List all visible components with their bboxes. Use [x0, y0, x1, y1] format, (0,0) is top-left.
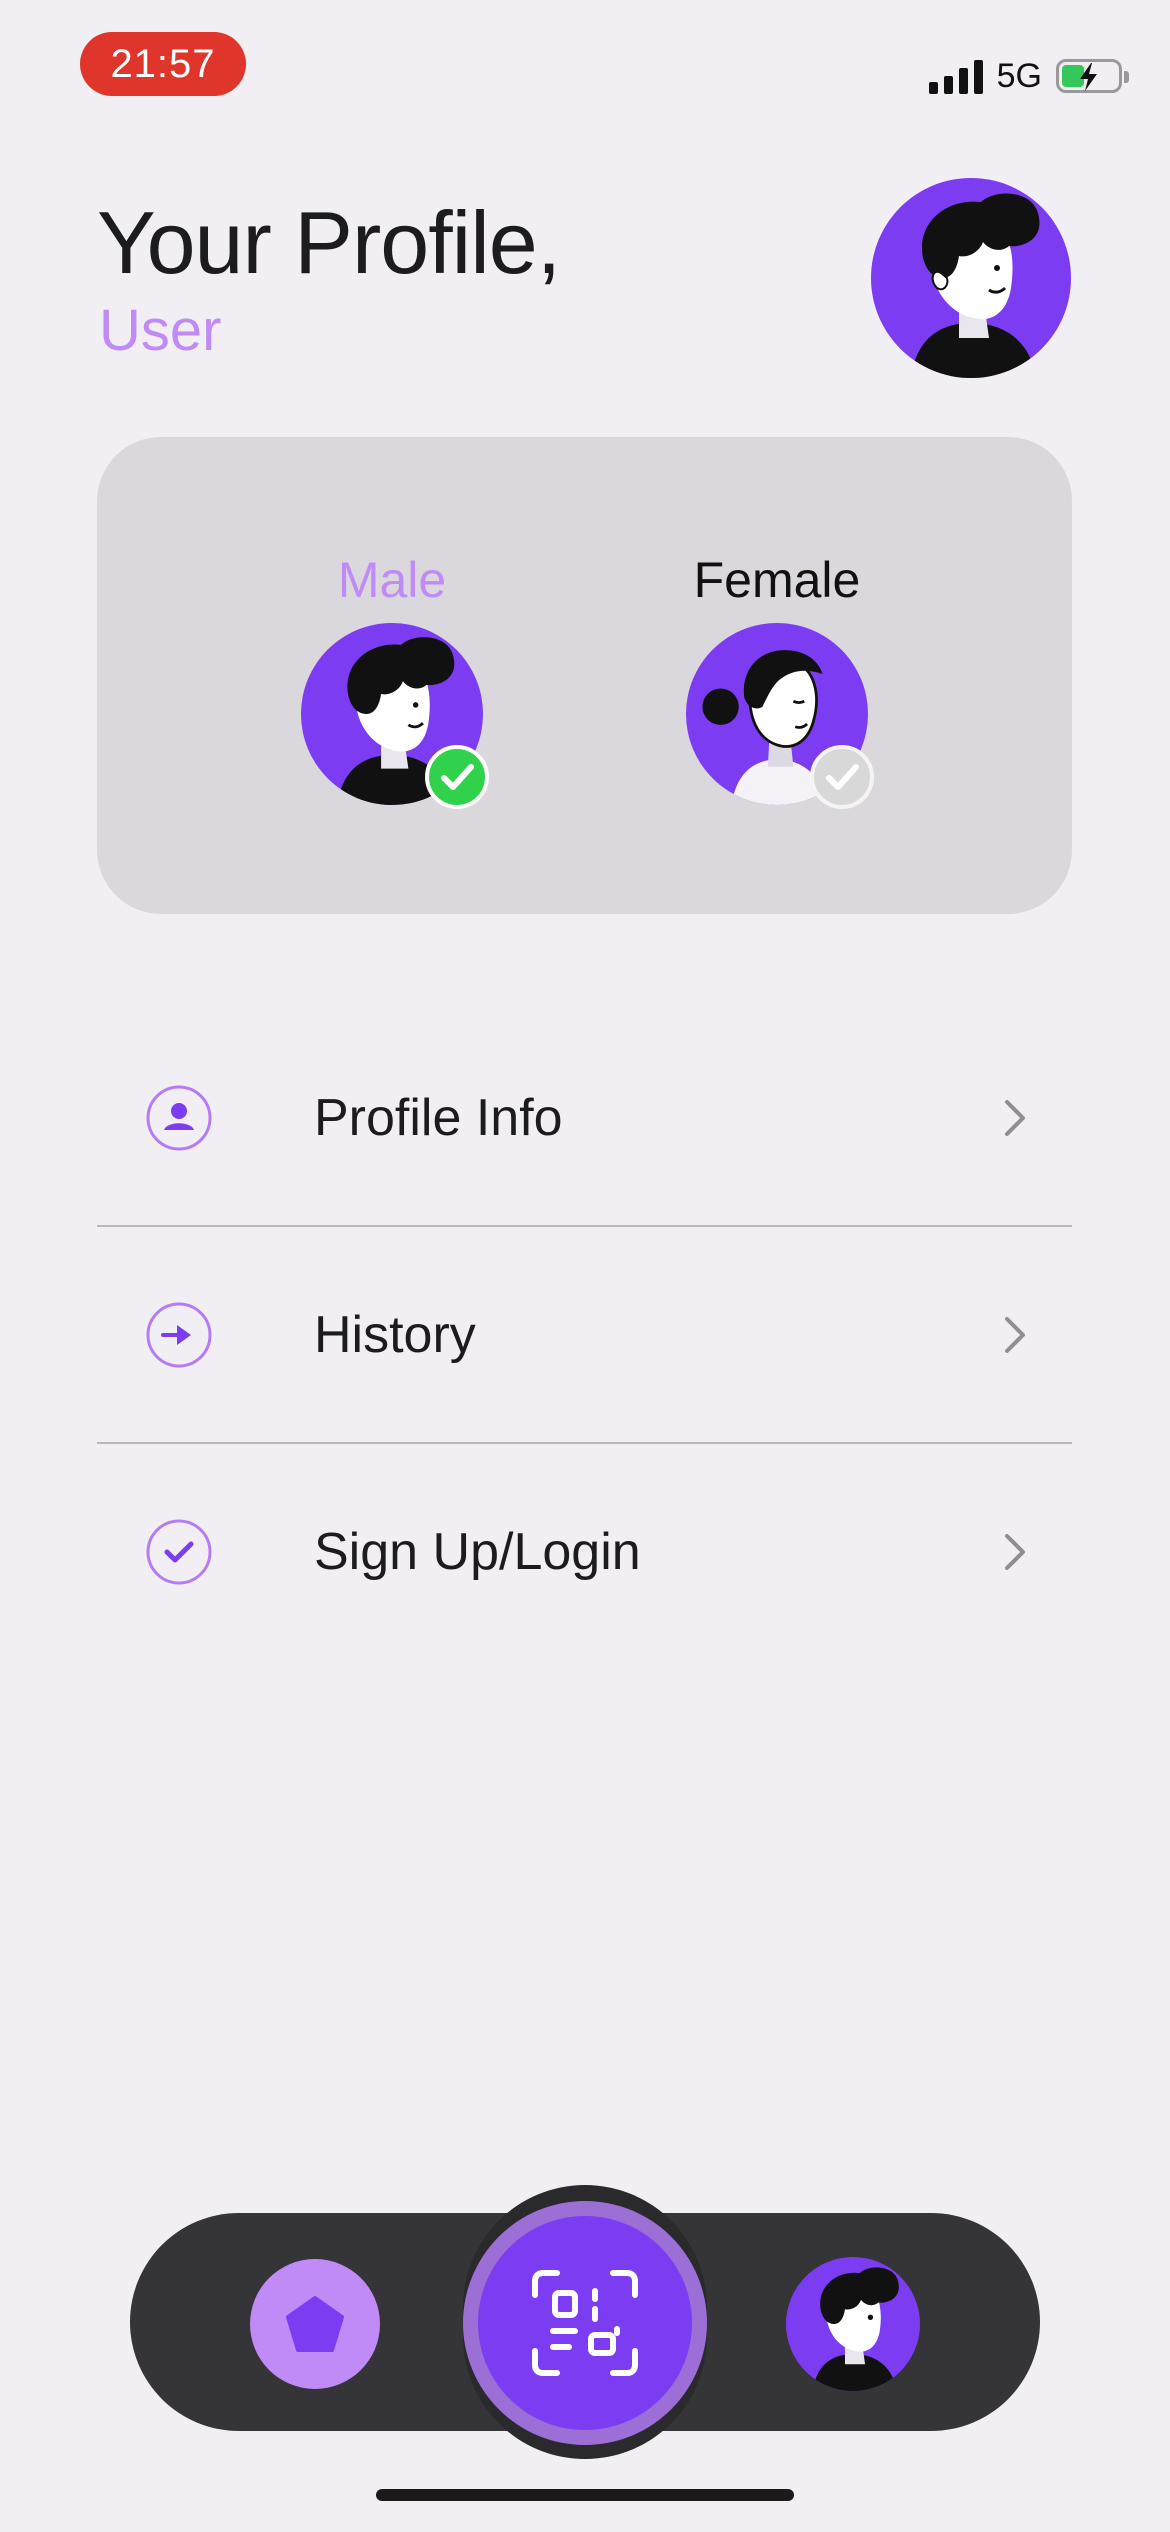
battery-charging-icon	[1056, 59, 1129, 93]
tab-scan[interactable]	[478, 2216, 692, 2430]
menu-item-profile-info[interactable]: Profile Info	[97, 1010, 1072, 1225]
network-label: 5G	[996, 56, 1042, 95]
menu-item-history[interactable]: History	[97, 1225, 1072, 1442]
menu-item-label: History	[314, 1305, 476, 1364]
signal-icon	[928, 58, 983, 94]
profile-avatar-icon	[786, 2257, 920, 2391]
chevron-right-icon	[1000, 1531, 1030, 1573]
pentagon-home-icon	[286, 2296, 344, 2352]
user-circle-icon	[145, 1084, 213, 1152]
tab-home[interactable]	[250, 2259, 380, 2389]
gender-option-male[interactable]: Male	[262, 547, 522, 809]
menu-item-sign-up-login[interactable]: Sign Up/Login	[97, 1442, 1072, 1659]
gender-selector: Male Female	[97, 437, 1072, 914]
chevron-right-icon	[1000, 1314, 1030, 1356]
female-avatar	[686, 623, 874, 809]
profile-avatar[interactable]	[871, 178, 1071, 378]
check-circle-icon	[145, 1518, 213, 1586]
page-title: Your Profile,	[97, 193, 561, 292]
gender-label-female: Female	[693, 552, 861, 608]
gender-label-male: Male	[337, 552, 447, 608]
arrow-circle-icon	[145, 1301, 213, 1369]
tab-profile[interactable]	[786, 2257, 920, 2391]
profile-menu: Profile Info History Sign Up/Login	[97, 1010, 1072, 1659]
menu-item-label: Profile Info	[314, 1088, 563, 1147]
menu-item-label: Sign Up/Login	[314, 1522, 641, 1581]
user-name: User	[99, 298, 222, 363]
home-indicator	[376, 2489, 794, 2501]
unselected-check-icon	[810, 745, 874, 809]
status-indicators: 5G	[928, 50, 1129, 102]
status-time: 21:57	[80, 32, 246, 96]
qr-scan-icon	[532, 2270, 638, 2376]
male-avatar	[301, 623, 489, 809]
selected-check-icon	[425, 745, 489, 809]
chevron-right-icon	[1000, 1097, 1030, 1139]
gender-option-female[interactable]: Female	[647, 547, 907, 809]
